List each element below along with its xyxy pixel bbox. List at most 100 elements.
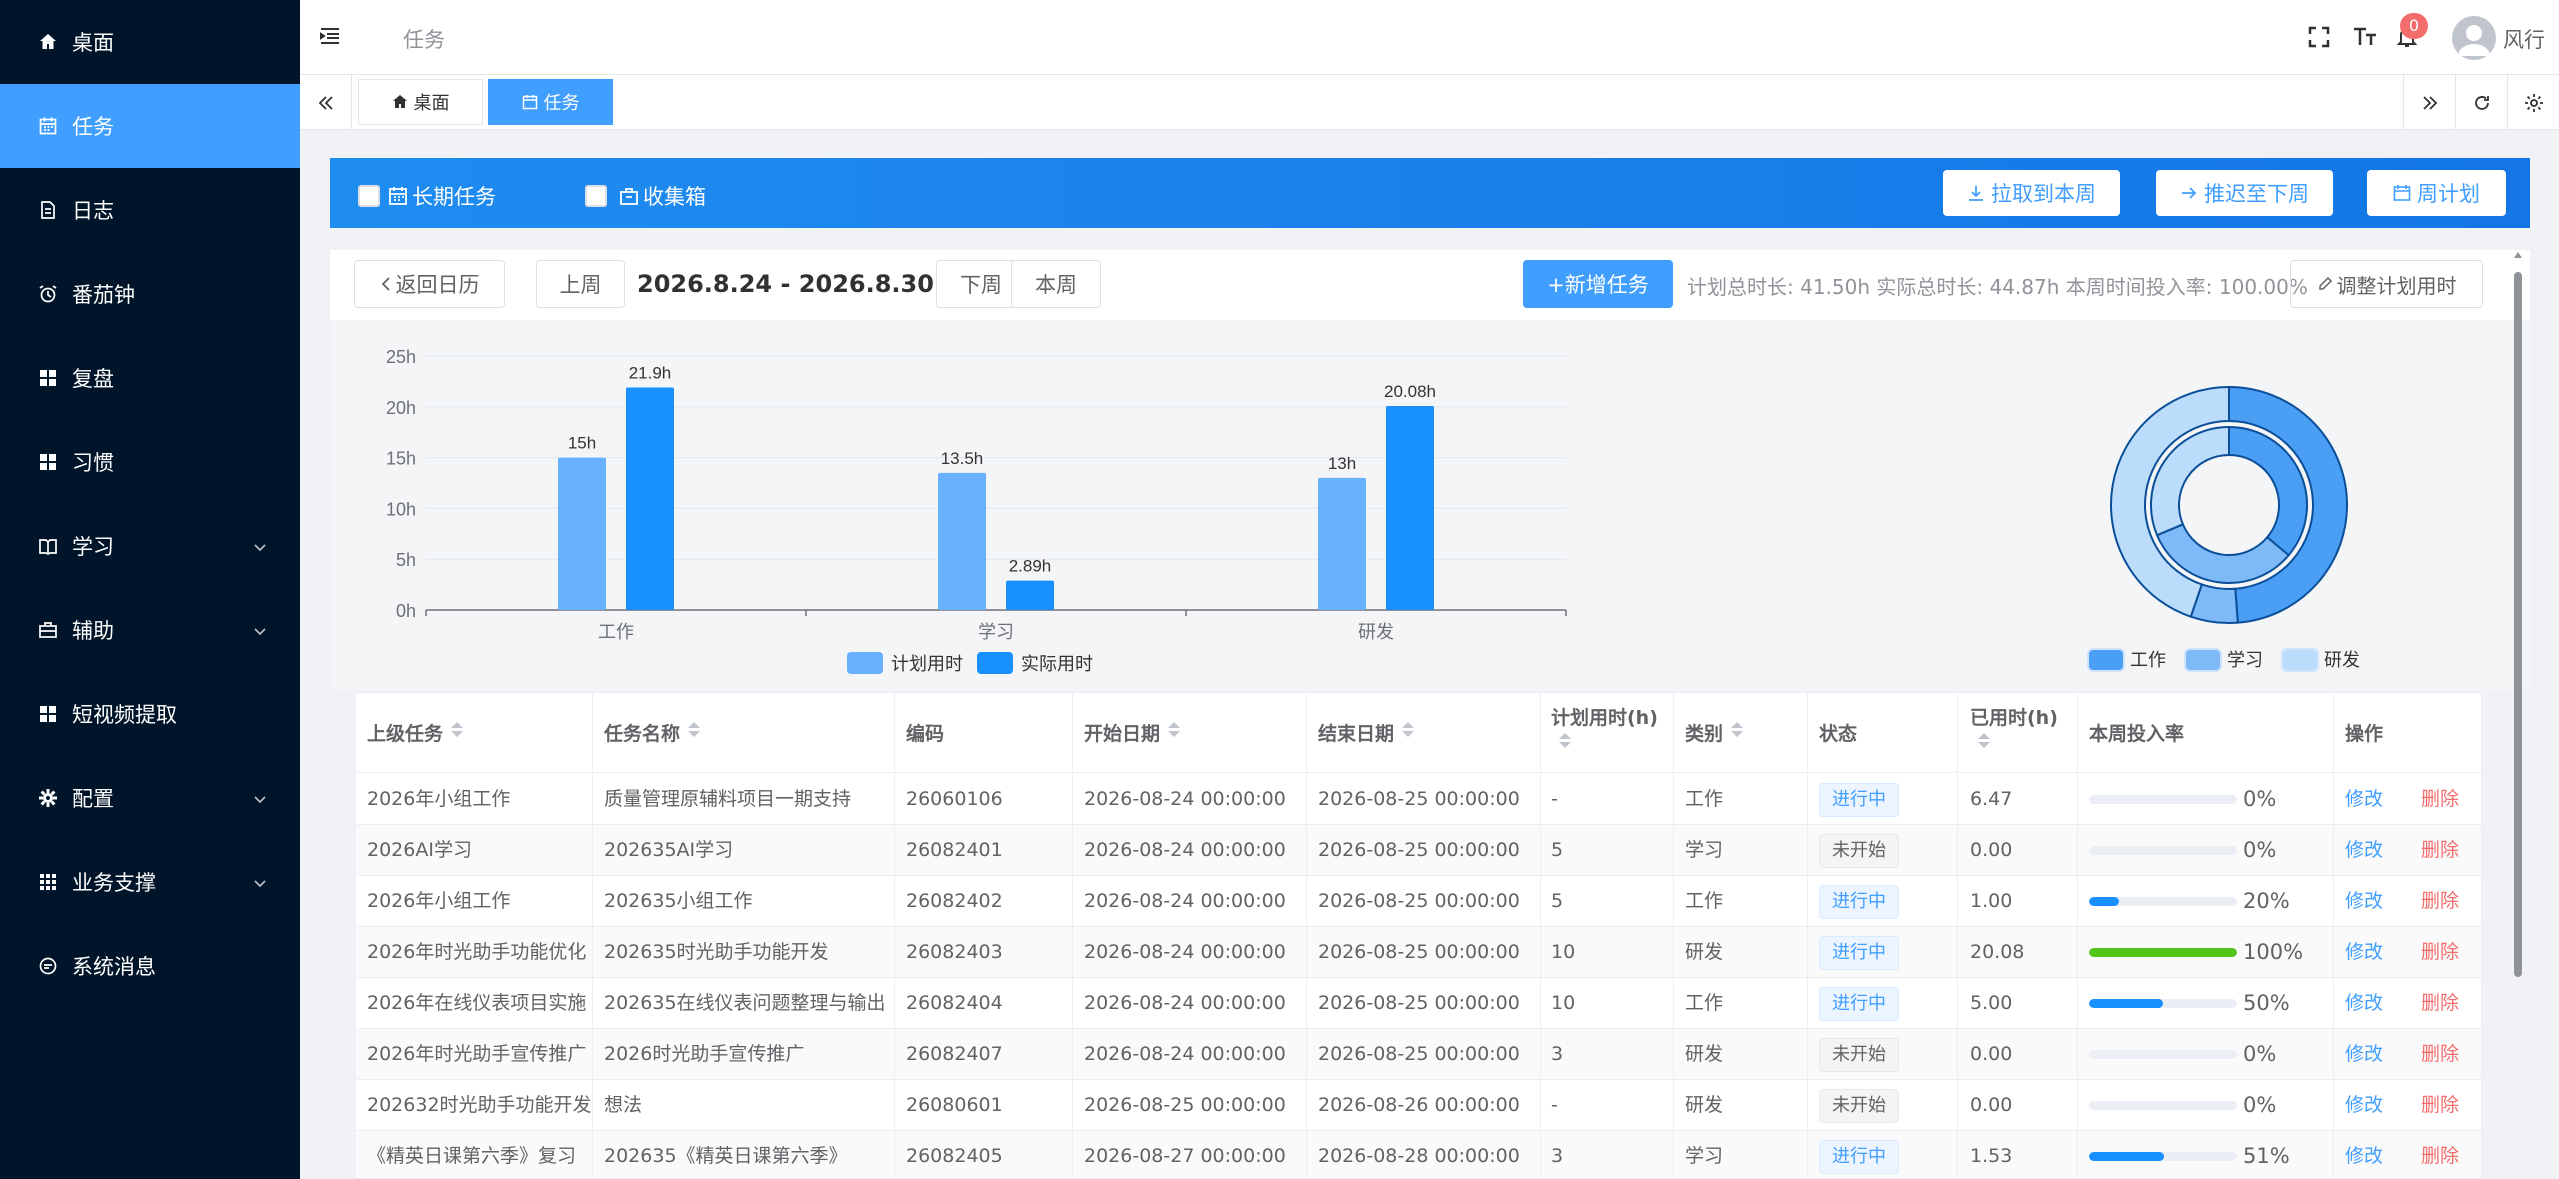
scrollbar[interactable] (2511, 250, 2525, 986)
delete-link[interactable]: 删除 (2421, 839, 2459, 861)
checkbox-box[interactable] (585, 185, 607, 207)
delete-link[interactable]: 删除 (2421, 890, 2459, 912)
cell-category: 工作 (1674, 876, 1808, 927)
y-tick-label: 15h (386, 449, 416, 469)
table-row[interactable]: 2026年时光助手功能优化 202635时光助手功能开发 26082403 2026-… (356, 927, 2481, 978)
button-label: 返回日历 (395, 273, 480, 297)
delete-link[interactable]: 删除 (2421, 941, 2459, 963)
cell-rate: 51% (2078, 1131, 2334, 1178)
column-header[interactable]: 计划用时(h) (1540, 693, 1674, 773)
x-tick-label: 学习 (978, 622, 1014, 643)
checkbox-box[interactable] (358, 185, 380, 207)
edit-link[interactable]: 修改 (2345, 788, 2383, 810)
arrow-right-icon (2180, 184, 2198, 202)
long-term-label: 长期任务 (412, 185, 496, 209)
inbox-checkbox[interactable]: 收集箱 (585, 181, 706, 211)
scroll-left-icon[interactable] (300, 75, 352, 130)
edit-link[interactable]: 修改 (2345, 890, 2383, 912)
column-header[interactable]: 本周投入率 (2078, 693, 2334, 773)
cell-end: 2026-08-28 00:00:00 (1307, 1131, 1541, 1178)
sort-icon[interactable] (1978, 733, 1990, 748)
table-row[interactable]: 2026AI学习 202635AI学习 26082401 2026-08-24 00:… (356, 825, 2481, 876)
progress-bar (2089, 1050, 2237, 1059)
sidebar-item[interactable]: 辅助 (0, 588, 300, 672)
postpone-button[interactable]: 推迟至下周 (2156, 170, 2333, 216)
edit-link[interactable]: 修改 (2345, 1145, 2383, 1167)
cell-status: 进行中 (1808, 1131, 1958, 1178)
sort-icon[interactable] (1731, 722, 1744, 737)
sidebar-item[interactable]: 学习 (0, 504, 300, 588)
scroll-right-icon[interactable] (2403, 75, 2455, 130)
notification-badge: 0 (2400, 13, 2428, 39)
column-header[interactable]: 上级任务 (356, 693, 593, 773)
edit-link[interactable]: 修改 (2345, 1043, 2383, 1065)
column-header[interactable]: 状态 (1808, 693, 1958, 773)
cell-planned: 5 (1540, 825, 1674, 876)
column-header[interactable]: 结束日期 (1307, 693, 1541, 773)
tab-desktop[interactable]: 桌面 (358, 79, 483, 125)
bar-value-label: 13h (1328, 454, 1356, 473)
long-term-checkbox[interactable]: 长期任务 (358, 181, 496, 211)
refresh-icon[interactable] (2455, 75, 2507, 130)
avatar[interactable] (2452, 16, 2496, 60)
sidebar-item[interactable]: 桌面 (0, 0, 300, 84)
sort-icon[interactable] (1559, 733, 1571, 748)
column-header[interactable]: 操作 (2334, 693, 2481, 773)
sort-icon[interactable] (1402, 722, 1415, 737)
table-row[interactable]: 2026年在线仪表项目实施 202635在线仪表问题整理与输出 26082404 20… (356, 978, 2481, 1029)
sidebar-item[interactable]: 番茄钟 (0, 252, 300, 336)
table-row[interactable]: 2026年小组工作 质量管理原辅料项目一期支持 26060106 2026-08-24… (356, 774, 2481, 825)
back-to-calendar-button[interactable]: 返回日历 (354, 260, 505, 308)
sidebar-item[interactable]: 短视频提取 (0, 672, 300, 756)
column-header[interactable]: 类别 (1674, 693, 1808, 773)
table-row[interactable]: 《精英日课第六季》复习 202635《精英日课第六季》 26082405 2026-0… (356, 1131, 2481, 1178)
table-row[interactable]: 2026年时光助手宣传推广 2026时光助手宣传推广 26082407 2026-08… (356, 1029, 2481, 1080)
tab-tasks[interactable]: 任务 (488, 79, 613, 125)
pull-to-this-week-button[interactable]: 拉取到本周 (1943, 170, 2120, 216)
table-row[interactable]: 202632时光助手功能开发 想法 26080601 2026-08-25 00:00… (356, 1080, 2481, 1131)
delete-link[interactable]: 删除 (2421, 992, 2459, 1014)
cell-category: 工作 (1674, 774, 1808, 825)
settings-icon[interactable] (2507, 75, 2559, 130)
column-header-label: 任务名称 (604, 723, 681, 745)
column-header[interactable]: 任务名称 (593, 693, 895, 773)
edit-link[interactable]: 修改 (2345, 941, 2383, 963)
this-week-button[interactable]: 本周 (1011, 260, 1101, 308)
edit-link[interactable]: 修改 (2345, 992, 2383, 1014)
sort-icon[interactable] (451, 722, 464, 737)
add-task-button[interactable]: +新增任务 (1523, 260, 1673, 308)
weekly-plan-button[interactable]: 周计划 (2367, 170, 2506, 216)
sidebar-item[interactable]: 业务支撑 (0, 840, 300, 924)
edit-link[interactable]: 修改 (2345, 1094, 2383, 1116)
sidebar-item[interactable]: 复盘 (0, 336, 300, 420)
column-header-label: 结束日期 (1318, 723, 1395, 745)
status-badge: 进行中 (1819, 783, 1899, 817)
chevron-down-icon (252, 872, 268, 896)
sidebar-item[interactable]: 配置 (0, 756, 300, 840)
fullscreen-icon[interactable] (2304, 22, 2334, 52)
bar-value-label: 13.5h (941, 449, 984, 468)
sidebar-item-label: 配置 (72, 787, 114, 811)
edit-link[interactable]: 修改 (2345, 839, 2383, 861)
username[interactable]: 风行 (2503, 24, 2545, 54)
column-header[interactable]: 开始日期 (1073, 693, 1307, 773)
column-header[interactable]: 已用时(h) (1959, 693, 2078, 773)
progress-fill (2089, 999, 2163, 1008)
sort-icon[interactable] (1168, 722, 1181, 737)
menu-toggle-icon[interactable] (318, 24, 342, 52)
delete-link[interactable]: 删除 (2421, 1043, 2459, 1065)
delete-link[interactable]: 删除 (2421, 1145, 2459, 1167)
sort-icon[interactable] (688, 722, 701, 737)
sidebar-item[interactable]: 习惯 (0, 420, 300, 504)
delete-link[interactable]: 删除 (2421, 788, 2459, 810)
sidebar-item[interactable]: 日志 (0, 168, 300, 252)
sidebar-item-label: 辅助 (72, 619, 114, 643)
font-size-icon[interactable] (2350, 22, 2380, 52)
sidebar-item[interactable]: 任务 (0, 84, 300, 168)
table-row[interactable]: 2026年小组工作 202635小组工作 26082402 2026-08-24 00… (356, 876, 2481, 927)
column-header[interactable]: 编码 (895, 693, 1073, 773)
prev-week-button[interactable]: 上周 (536, 260, 625, 308)
sidebar-item[interactable]: 系统消息 (0, 924, 300, 1008)
adjust-plan-button[interactable]: 调整计划用时 (2290, 260, 2483, 308)
delete-link[interactable]: 删除 (2421, 1094, 2459, 1116)
